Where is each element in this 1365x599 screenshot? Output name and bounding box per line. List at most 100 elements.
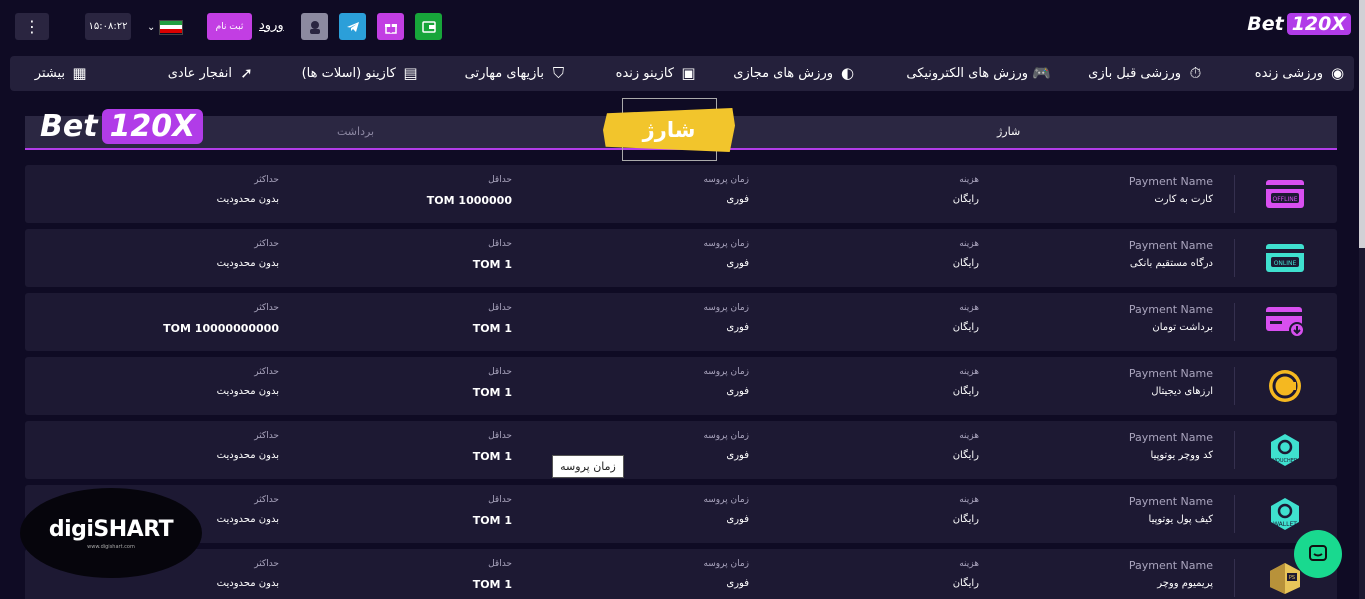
svg-text:WALLET: WALLET bbox=[1273, 521, 1297, 528]
stopwatch-icon: ⏱ bbox=[1189, 64, 1202, 82]
process-time-label: زمان پروسه bbox=[703, 175, 749, 185]
process-time-label: زمان پروسه bbox=[703, 303, 749, 313]
cost-label: هزینه bbox=[959, 495, 979, 505]
nav-label: کازینو زنده bbox=[615, 65, 674, 81]
site-logo[interactable]: Bet 120X bbox=[1247, 13, 1351, 35]
nav-label: کازینو (اسلات ها) bbox=[301, 65, 396, 81]
wallet-icon[interactable] bbox=[415, 13, 442, 40]
cost-label: هزینه bbox=[959, 431, 979, 441]
min-value: TOM 1 bbox=[472, 578, 512, 591]
crypto-coin-icon bbox=[1265, 369, 1305, 403]
payment-name-label: Payment Name bbox=[1128, 431, 1213, 444]
support-agent-icon[interactable] bbox=[301, 13, 328, 40]
tv-icon: ▣ bbox=[681, 64, 696, 82]
payment-row[interactable]: ONLINE Payment Name درگاه مستقیم بانکی هزین… bbox=[25, 229, 1337, 287]
process-time-label: زمان پروسه bbox=[703, 239, 749, 249]
nav-item-virtual[interactable]: ◐ ورزش های مجازی bbox=[733, 64, 856, 82]
nav-item-live-casino[interactable]: ▣ کازینو زنده bbox=[616, 64, 697, 82]
tab-withdraw[interactable]: برداشت bbox=[337, 125, 374, 138]
deposit-banner: شارژ bbox=[603, 108, 735, 152]
row-divider bbox=[1234, 239, 1235, 277]
cost-label: هزینه bbox=[959, 367, 979, 377]
nav-item-prematch[interactable]: ⏱ ورزشی قبل بازی bbox=[1088, 64, 1204, 82]
gamepad-icon: 🎮 bbox=[1032, 64, 1051, 82]
tab-deposit[interactable]: شارژ bbox=[997, 125, 1020, 138]
payment-name-label: Payment Name bbox=[1128, 367, 1213, 380]
nav-label: بازیهای مهارتی bbox=[464, 65, 544, 81]
gift-icon[interactable] bbox=[377, 13, 404, 40]
nav-label: ورزش های مجازی bbox=[733, 65, 833, 81]
cost-label: هزینه bbox=[959, 303, 979, 313]
chat-button[interactable] bbox=[1294, 530, 1342, 578]
payment-name: برداشت تومان bbox=[1152, 322, 1213, 333]
max-label: حداکثر bbox=[254, 367, 279, 377]
min-label: حداقل bbox=[488, 495, 512, 505]
max-label: حداکثر bbox=[254, 175, 279, 185]
svg-text:OFFLINE: OFFLINE bbox=[1272, 196, 1297, 203]
max-label: حداکثر bbox=[254, 303, 279, 313]
brand-logo-large: Bet 120X bbox=[40, 109, 204, 144]
payment-row[interactable]: PS Payment Name پریمیوم ووچر هزینه رایگان زما… bbox=[25, 549, 1337, 599]
telegram-icon[interactable] bbox=[339, 13, 366, 40]
process-time-label: زمان پروسه bbox=[703, 559, 749, 569]
payment-row[interactable]: WALLET Payment Name کیف پول یوتوپیا هزینه را… bbox=[25, 485, 1337, 543]
nav-item-skill-games[interactable]: ⛉ بازیهای مهارتی bbox=[465, 64, 567, 82]
payment-row[interactable]: Payment Name برداشت تومان هزینه رایگان زمان … bbox=[25, 293, 1337, 351]
nav-item-more[interactable]: ▦ بیشتر bbox=[35, 64, 88, 82]
process-time-label: زمان پروسه bbox=[703, 431, 749, 441]
max-label: حداکثر bbox=[254, 239, 279, 249]
payment-name: کد ووچر یوتوپیا bbox=[1150, 450, 1213, 461]
chevron-down-icon: ⌄ bbox=[147, 21, 156, 33]
cost-label: هزینه bbox=[959, 175, 979, 185]
process-time-label: زمان پروسه bbox=[703, 495, 749, 505]
shield-icon: ⛉ bbox=[552, 64, 565, 82]
min-label: حداقل bbox=[488, 367, 512, 377]
payment-name: درگاه مستقیم بانکی bbox=[1129, 258, 1213, 269]
payment-name-label: Payment Name bbox=[1128, 559, 1213, 572]
payment-row[interactable]: Payment Name ارزهای دیجیتال هزینه رایگان زما… bbox=[25, 357, 1337, 415]
nav-item-slots[interactable]: ▤ کازینو (اسلات ها) bbox=[302, 64, 419, 82]
signup-button[interactable]: ثبت نام bbox=[207, 13, 252, 40]
svg-text:VOUCHER: VOUCHER bbox=[1273, 458, 1298, 464]
max-label: حداکثر bbox=[254, 495, 279, 505]
language-selector[interactable]: ⌄ bbox=[147, 18, 184, 36]
svg-text:PS: PS bbox=[1289, 575, 1295, 581]
iran-flag-icon bbox=[159, 19, 184, 35]
process-time-value: فوری bbox=[726, 514, 749, 525]
logo-number: 120X bbox=[1286, 13, 1351, 35]
process-time-value: فوری bbox=[726, 194, 749, 205]
nav-label: ورزشی قبل بازی bbox=[1088, 65, 1181, 81]
max-value: بدون محدودیت bbox=[216, 514, 279, 525]
process-time-label: زمان پروسه bbox=[703, 367, 749, 377]
max-label: حداکثر bbox=[254, 431, 279, 441]
kebab-menu-icon[interactable]: ⋮ bbox=[15, 13, 49, 40]
payment-name-label: Payment Name bbox=[1128, 239, 1213, 252]
max-label: حداکثر bbox=[254, 559, 279, 569]
min-label: حداقل bbox=[488, 175, 512, 185]
nav-item-esports[interactable]: 🎮 ورزش های الکترونیکی bbox=[906, 64, 1051, 82]
payment-row[interactable]: VOUCHER Payment Name کد ووچر یوتوپیا هزینه ر… bbox=[25, 421, 1337, 479]
min-value: TOM 1 bbox=[472, 386, 512, 399]
brand-text: Bet bbox=[40, 109, 98, 144]
nav-item-live-sports[interactable]: ◉ ورزشی زنده bbox=[1255, 64, 1346, 82]
row-divider bbox=[1234, 175, 1235, 213]
min-value: TOM 1 bbox=[472, 450, 512, 463]
scrollbar[interactable] bbox=[1359, 0, 1365, 599]
payment-name: پریمیوم ووچر bbox=[1157, 578, 1213, 589]
cost-value: رایگان bbox=[952, 578, 979, 589]
process-time-value: فوری bbox=[726, 450, 749, 461]
payment-row[interactable]: OFFLINE Payment Name کارت به کارت هزینه رایگ… bbox=[25, 165, 1337, 223]
scrollbar-thumb[interactable] bbox=[1359, 0, 1365, 248]
nav-item-crash[interactable]: ➚ انفجار عادی bbox=[168, 64, 255, 82]
min-label: حداقل bbox=[488, 303, 512, 313]
wallet-icon: WALLET bbox=[1265, 497, 1305, 531]
payment-name: کارت به کارت bbox=[1154, 194, 1213, 205]
slot-icon: ▤ bbox=[403, 64, 418, 82]
rocket-icon: ➚ bbox=[240, 64, 253, 82]
payment-name: کیف پول یوتوپیا bbox=[1148, 514, 1213, 525]
main-nav: ◉ ورزشی زنده ⏱ ورزشی قبل بازی 🎮 ورزش های… bbox=[10, 56, 1354, 91]
watermark-text: digiSHART bbox=[48, 516, 174, 542]
min-label: حداقل bbox=[488, 559, 512, 569]
payment-name: ارزهای دیجیتال bbox=[1151, 386, 1213, 397]
login-link[interactable]: ورود bbox=[259, 18, 284, 33]
